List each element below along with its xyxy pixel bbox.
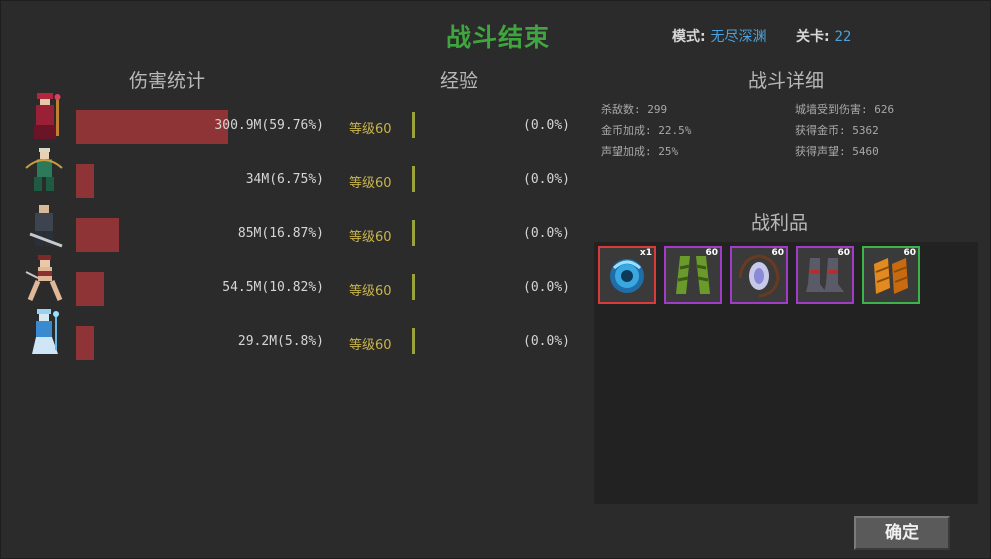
damage-stats-heading: 伤害统计 [129, 70, 206, 92]
stage-info: 关卡: 22 [796, 26, 851, 46]
loot-slot[interactable]: 60 [796, 246, 854, 304]
loot-badge: 60 [705, 248, 718, 258]
confirm-button[interactable]: 确定 [854, 516, 950, 550]
gold-gain-stat: 获得金币: 5362 [795, 122, 879, 138]
exp-value: (0.0%) [523, 280, 570, 295]
exp-bar [412, 112, 415, 138]
fame-bonus-label: 声望加成: [601, 145, 652, 158]
hero-row: 85M(16.87%) 等级60 (0.0%) [0, 200, 590, 254]
stage-value: 22 [834, 29, 852, 45]
kills-stat: 杀敌数: 299 [601, 101, 667, 117]
exp-heading: 经验 [440, 70, 479, 92]
wall-damage-value: 626 [874, 103, 895, 116]
hero-row: 300.9M(59.76%) 等级60 (0.0%) [0, 92, 590, 146]
damage-value: 29.2M(5.8%) [237, 334, 324, 349]
fame-bonus-value: 25% [658, 145, 679, 158]
level-label: 等级60 [349, 122, 392, 137]
damage-bar [76, 326, 94, 360]
fame-gain-stat: 获得声望: 5460 [795, 143, 879, 159]
mode-label: 模式: [672, 29, 706, 45]
exp-bar [412, 274, 415, 300]
damage-value: 34M(6.75%) [245, 172, 324, 187]
loot-slot[interactable]: 60 [862, 246, 920, 304]
green-archer-avatar [25, 148, 63, 191]
damage-value: 300.9M(59.76%) [214, 118, 324, 133]
fame-gain-value: 5460 [852, 145, 879, 158]
level-label: 等级60 [349, 338, 392, 353]
mode-info: 模式: 无尽深渊 [672, 26, 766, 46]
damage-value: 54.5M(10.82%) [222, 280, 324, 295]
damage-bar [76, 164, 94, 198]
damage-value: 85M(16.87%) [237, 226, 324, 241]
gold-gain-value: 5362 [852, 124, 879, 137]
level-label: 等级60 [349, 230, 392, 245]
loot-badge: 60 [771, 248, 784, 258]
hero-row: 54.5M(10.82%) 等级60 (0.0%) [0, 254, 590, 308]
gold-bonus-value: 22.5% [658, 124, 692, 137]
kills-value: 299 [647, 103, 668, 116]
female-warrior-avatar [25, 255, 63, 301]
gold-gain-label: 获得金币: [795, 124, 846, 137]
mode-value: 无尽深渊 [710, 29, 767, 45]
level-label: 等级60 [349, 176, 392, 191]
loot-slot[interactable]: 60 [730, 246, 788, 304]
gold-bonus-stat: 金币加成: 22.5% [601, 122, 691, 138]
exp-value: (0.0%) [523, 172, 570, 187]
damage-bar [76, 110, 228, 144]
loot-slot[interactable]: x1 [598, 246, 656, 304]
loot-slot[interactable]: 60 [664, 246, 722, 304]
wall-damage-label: 城墙受到伤害: [795, 103, 868, 116]
loot-heading: 战利品 [751, 212, 809, 234]
battle-end-title: 战斗结束 [446, 23, 551, 52]
exp-bar [412, 220, 415, 246]
red-sorceress-avatar [34, 93, 61, 139]
gold-bonus-label: 金币加成: [601, 124, 652, 137]
blue-mage-avatar [32, 309, 59, 354]
hero-row: 34M(6.75%) 等级60 (0.0%) [0, 146, 590, 200]
exp-value: (0.0%) [523, 334, 570, 349]
damage-bar [76, 272, 104, 306]
fame-bonus-stat: 声望加成: 25% [601, 143, 678, 159]
fame-gain-label: 获得声望: [795, 145, 846, 158]
exp-value: (0.0%) [523, 118, 570, 133]
level-label: 等级60 [349, 284, 392, 299]
loot-badge: x1 [639, 248, 652, 258]
damage-bar [76, 218, 119, 252]
exp-bar [412, 166, 415, 192]
armored-swordsman-avatar [29, 201, 63, 248]
exp-bar [412, 328, 415, 354]
loot-badge: 60 [903, 248, 916, 258]
stage-label: 关卡: [796, 29, 830, 45]
kills-label: 杀敌数: [601, 103, 641, 116]
wall-damage-stat: 城墙受到伤害: 626 [795, 101, 894, 117]
loot-badge: 60 [837, 248, 850, 258]
exp-value: (0.0%) [523, 226, 570, 241]
battle-detail-heading: 战斗详细 [748, 70, 825, 92]
hero-row: 29.2M(5.8%) 等级60 (0.0%) [0, 308, 590, 362]
